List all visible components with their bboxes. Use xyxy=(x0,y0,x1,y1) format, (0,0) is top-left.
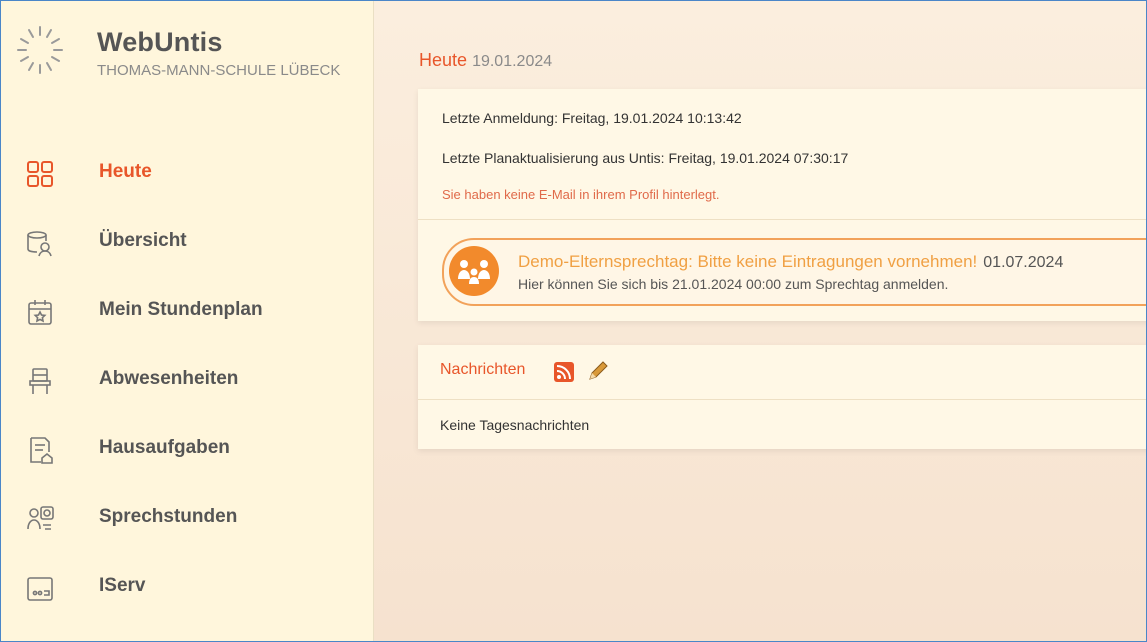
brand-header: WebUntis THOMAS-MANN-SCHULE LÜBECK xyxy=(1,1,373,111)
sidebar-item-label: Abwesenheiten xyxy=(99,368,239,389)
iserv-icon xyxy=(27,577,53,601)
banner-title-text: Demo-Elternsprechtag: Bitte keine Eintra… xyxy=(518,252,978,271)
page-title-date: 19.01.2024 xyxy=(472,53,553,70)
last-login-text: Letzte Anmeldung: Freitag, 19.01.2024 10… xyxy=(442,110,742,126)
sidebar-item-iserv[interactable]: IServ xyxy=(1,559,373,615)
sidebar: WebUntis THOMAS-MANN-SCHULE LÜBECK Heute xyxy=(1,1,374,641)
chair-icon xyxy=(29,368,51,394)
sidebar-item-label: IServ xyxy=(99,575,146,596)
banner-title: Demo-Elternsprechtag: Bitte keine Eintra… xyxy=(518,252,1063,272)
banner-date: 01.07.2024 xyxy=(983,254,1064,271)
no-news-text: Keine Tagesnachrichten xyxy=(440,417,590,433)
app-title: WebUntis xyxy=(97,27,223,57)
conference-day-banner[interactable]: Demo-Elternsprechtag: Bitte keine Eintra… xyxy=(442,238,1146,306)
app-window: WebUntis THOMAS-MANN-SCHULE LÜBECK Heute xyxy=(0,0,1147,642)
dashboard-icon xyxy=(27,161,53,187)
page-title-label: Heute xyxy=(419,50,468,70)
page-title: Heute 19.01.2024 xyxy=(419,50,552,71)
overview-icon xyxy=(27,231,52,257)
sidebar-item-label: Übersicht xyxy=(99,230,187,251)
sidebar-item-uebersicht[interactable]: Übersicht xyxy=(1,214,373,270)
sidebar-item-stundenplan[interactable]: Mein Stundenplan xyxy=(1,283,373,339)
pencil-edit-icon[interactable] xyxy=(586,359,610,383)
divider xyxy=(418,219,1146,220)
sidebar-item-heute[interactable]: Heute xyxy=(1,145,373,201)
rss-feed-icon[interactable] xyxy=(554,362,574,382)
last-plan-update-text: Letzte Planaktualisierung aus Untis: Fre… xyxy=(442,150,849,166)
email-warning-link[interactable]: Sie haben keine E-Mail in ihrem Profil h… xyxy=(442,187,719,202)
webuntis-logo-icon xyxy=(17,26,63,74)
divider xyxy=(418,399,1146,400)
sidebar-item-abwesenheiten[interactable]: Abwesenheiten xyxy=(1,352,373,408)
sidebar-item-label: Sprechstunden xyxy=(99,506,238,527)
news-heading: Nachrichten xyxy=(440,361,526,378)
calendar-icon xyxy=(28,300,52,325)
parents-meeting-icon xyxy=(449,246,499,296)
main-content: Heute 19.01.2024 Letzte Anmeldung: Freit… xyxy=(374,1,1146,641)
sidebar-item-hausaufgaben[interactable]: Hausaufgaben xyxy=(1,421,373,477)
office-hours-icon xyxy=(27,506,54,530)
sidebar-item-sprechstunden[interactable]: Sprechstunden xyxy=(1,490,373,546)
news-card: Nachrichten Keine Tagesnachrichten xyxy=(418,345,1146,449)
school-name: THOMAS-MANN-SCHULE LÜBECK xyxy=(97,62,341,79)
banner-description: Hier können Sie sich bis 21.01.2024 00:0… xyxy=(518,276,949,292)
sidebar-item-label: Mein Stundenplan xyxy=(99,299,263,320)
login-info-card: Letzte Anmeldung: Freitag, 19.01.2024 10… xyxy=(418,89,1146,321)
sidebar-item-label: Hausaufgaben xyxy=(99,437,230,458)
homework-icon xyxy=(30,437,53,464)
sidebar-item-label: Heute xyxy=(99,161,152,182)
